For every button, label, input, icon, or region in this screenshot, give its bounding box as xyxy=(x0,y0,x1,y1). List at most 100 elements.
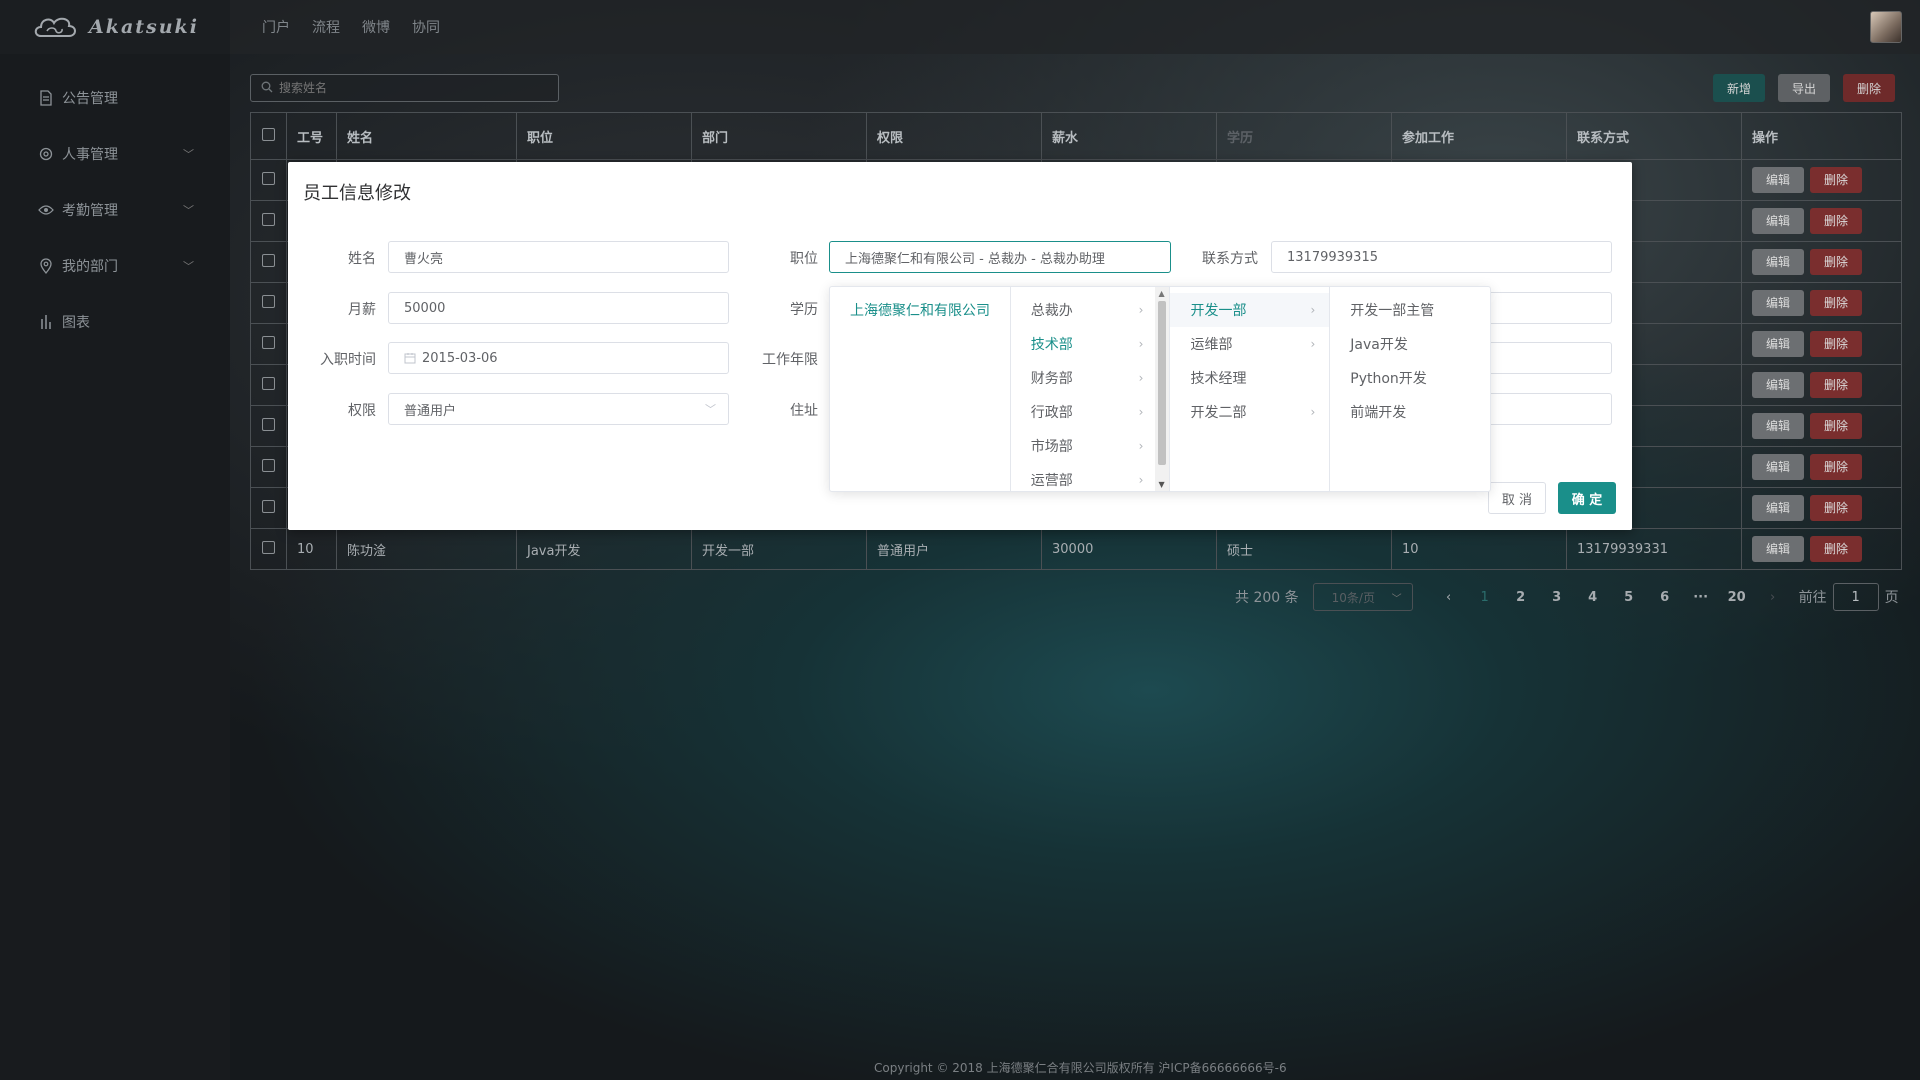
goto-prefix: 前往 xyxy=(1798,590,1827,606)
cascader-option[interactable]: 技术部 › xyxy=(1011,327,1170,361)
row-checkbox[interactable] xyxy=(262,335,275,349)
col-header-id[interactable]: 工号 xyxy=(286,112,337,160)
cascader-option[interactable]: 开发一部 › xyxy=(1170,293,1330,327)
page-2[interactable]: 2 xyxy=(1503,590,1539,605)
delete-button[interactable]: 删除 xyxy=(1810,495,1863,521)
cascader-scrollbar[interactable]: ▲ ▼ xyxy=(1155,287,1170,491)
avatar[interactable] xyxy=(1870,11,1902,43)
col-header-role[interactable]: 权限 xyxy=(866,112,1042,160)
topnav-portal[interactable]: 门户 xyxy=(262,17,290,37)
page-ellipsis[interactable]: ··· xyxy=(1683,590,1719,605)
row-select-cell xyxy=(250,487,287,529)
edit-button[interactable]: 编辑 xyxy=(1752,454,1805,480)
page-20[interactable]: 20 xyxy=(1719,590,1755,605)
cancel-button[interactable]: 取 消 xyxy=(1488,482,1546,514)
edit-button[interactable]: 编辑 xyxy=(1752,495,1805,521)
page-4[interactable]: 4 xyxy=(1575,590,1611,605)
col-header-position[interactable]: 职位 xyxy=(516,112,692,160)
col-header-salary[interactable]: 薪水 xyxy=(1041,112,1217,160)
cascader-option[interactable]: 总裁办 › xyxy=(1011,293,1170,327)
salary-field[interactable]: 50000 xyxy=(388,292,729,324)
page-3[interactable]: 3 xyxy=(1539,590,1575,605)
cascader-option[interactable]: 运维部 › xyxy=(1170,327,1329,361)
delete-button[interactable]: 删除 xyxy=(1810,331,1863,357)
sidebar-item-attendance[interactable]: 考勤管理 ﹀ xyxy=(0,182,230,238)
edit-button[interactable]: 编辑 xyxy=(1752,167,1805,193)
scroll-down-icon[interactable]: ▼ xyxy=(1158,480,1164,489)
hire-date-field[interactable]: 2015-03-06 xyxy=(388,342,729,374)
row-checkbox[interactable] xyxy=(262,376,275,390)
row-checkbox[interactable] xyxy=(262,294,275,308)
sidebar-item-notice[interactable]: 公告管理 xyxy=(0,70,230,126)
cascader-option[interactable]: 财务部 › xyxy=(1011,361,1170,395)
sidebar-item-hr[interactable]: 人事管理 ﹀ xyxy=(0,126,230,182)
cascader-option[interactable]: 上海德聚仁和有限公司 xyxy=(830,293,1010,327)
row-checkbox[interactable] xyxy=(262,540,275,554)
cascader-option[interactable]: 开发二部 › xyxy=(1170,395,1329,429)
delete-button[interactable]: 删除 xyxy=(1810,536,1863,562)
row-checkbox[interactable] xyxy=(262,253,275,267)
bulk-delete-button[interactable]: 删除 xyxy=(1843,74,1896,102)
edit-button[interactable]: 编辑 xyxy=(1752,249,1805,275)
search-input[interactable] xyxy=(279,81,539,95)
page-6[interactable]: 6 xyxy=(1647,590,1683,605)
delete-button[interactable]: 删除 xyxy=(1810,208,1863,234)
cascader-option[interactable]: 前端开发 xyxy=(1330,395,1490,429)
delete-button[interactable]: 删除 xyxy=(1810,167,1863,193)
actions-cell: 编辑 删除 xyxy=(1741,323,1902,365)
add-button[interactable]: 新增 xyxy=(1713,74,1766,102)
cascader-option[interactable]: 技术经理 xyxy=(1170,361,1329,395)
search-box[interactable] xyxy=(250,74,559,102)
sidebar-item-my-dept[interactable]: 我的部门 ﹀ xyxy=(0,238,230,294)
prev-page-icon[interactable]: ‹ xyxy=(1431,590,1467,605)
col-header-dept[interactable]: 部门 xyxy=(691,112,867,160)
delete-button[interactable]: 删除 xyxy=(1810,454,1863,480)
topnav-weibo[interactable]: 微博 xyxy=(362,17,390,37)
cascader-option[interactable]: Python开发 xyxy=(1330,361,1490,395)
edit-button[interactable]: 编辑 xyxy=(1752,413,1805,439)
col-header-edu[interactable]: 学历 xyxy=(1216,112,1392,160)
page-5[interactable]: 5 xyxy=(1611,590,1647,605)
cascader-option[interactable]: 市场部 › xyxy=(1011,429,1170,463)
col-header-phone[interactable]: 联系方式 xyxy=(1566,112,1742,160)
col-header-work-years[interactable]: 参加工作 xyxy=(1391,112,1567,160)
row-checkbox[interactable] xyxy=(262,417,275,431)
scrollbar-thumb[interactable] xyxy=(1158,301,1167,465)
brand-logo[interactable]: Akatsuki xyxy=(0,0,230,54)
contact-field[interactable]: 13179939315 xyxy=(1271,241,1612,273)
cascader-option[interactable]: 开发一部主管 xyxy=(1330,293,1490,327)
page-size-select[interactable]: 10条/页 ﹀ xyxy=(1312,583,1413,611)
name-field[interactable]: 曹火亮 xyxy=(388,241,729,273)
cascader-option-label: 市场部 xyxy=(1030,439,1073,455)
row-checkbox[interactable] xyxy=(262,171,275,185)
goto-page-input[interactable]: 1 xyxy=(1832,583,1879,611)
cascader-option[interactable]: 运营部 › xyxy=(1011,463,1170,491)
col-header-name[interactable]: 姓名 xyxy=(336,112,517,160)
topnav-workflow[interactable]: 流程 xyxy=(312,17,340,37)
edit-button[interactable]: 编辑 xyxy=(1752,536,1805,562)
page-1[interactable]: 1 xyxy=(1467,590,1503,605)
position-cascader-input[interactable]: 上海德聚仁和有限公司 - 总裁办 - 总裁办助理 xyxy=(829,241,1171,273)
row-checkbox[interactable] xyxy=(262,212,275,226)
row-checkbox[interactable] xyxy=(262,499,275,513)
edit-button[interactable]: 编辑 xyxy=(1752,208,1805,234)
delete-button[interactable]: 删除 xyxy=(1810,249,1863,275)
delete-button[interactable]: 删除 xyxy=(1810,290,1863,316)
cascader-option[interactable]: Java开发 xyxy=(1330,327,1490,361)
next-page-icon[interactable]: › xyxy=(1755,590,1791,605)
edit-button[interactable]: 编辑 xyxy=(1752,290,1805,316)
select-all-checkbox[interactable] xyxy=(262,127,275,141)
export-button[interactable]: 导出 xyxy=(1778,74,1831,102)
table-row[interactable]: 10 陈功淦 Java开发 开发一部 普通用户 30000 硕士 10 13179939331 编… xyxy=(250,528,1902,570)
row-checkbox[interactable] xyxy=(262,458,275,472)
confirm-button[interactable]: 确 定 xyxy=(1558,482,1616,514)
delete-button[interactable]: 删除 xyxy=(1810,413,1863,439)
topnav-collab[interactable]: 协同 xyxy=(412,17,440,37)
sidebar-item-chart[interactable]: 图表 xyxy=(0,294,230,350)
permission-select[interactable]: 普通用户 ﹀ xyxy=(388,393,729,425)
cascader-option[interactable]: 行政部 › xyxy=(1011,395,1170,429)
scroll-up-icon[interactable]: ▲ xyxy=(1158,289,1164,298)
edit-button[interactable]: 编辑 xyxy=(1752,372,1805,398)
delete-button[interactable]: 删除 xyxy=(1810,372,1863,398)
edit-button[interactable]: 编辑 xyxy=(1752,331,1805,357)
